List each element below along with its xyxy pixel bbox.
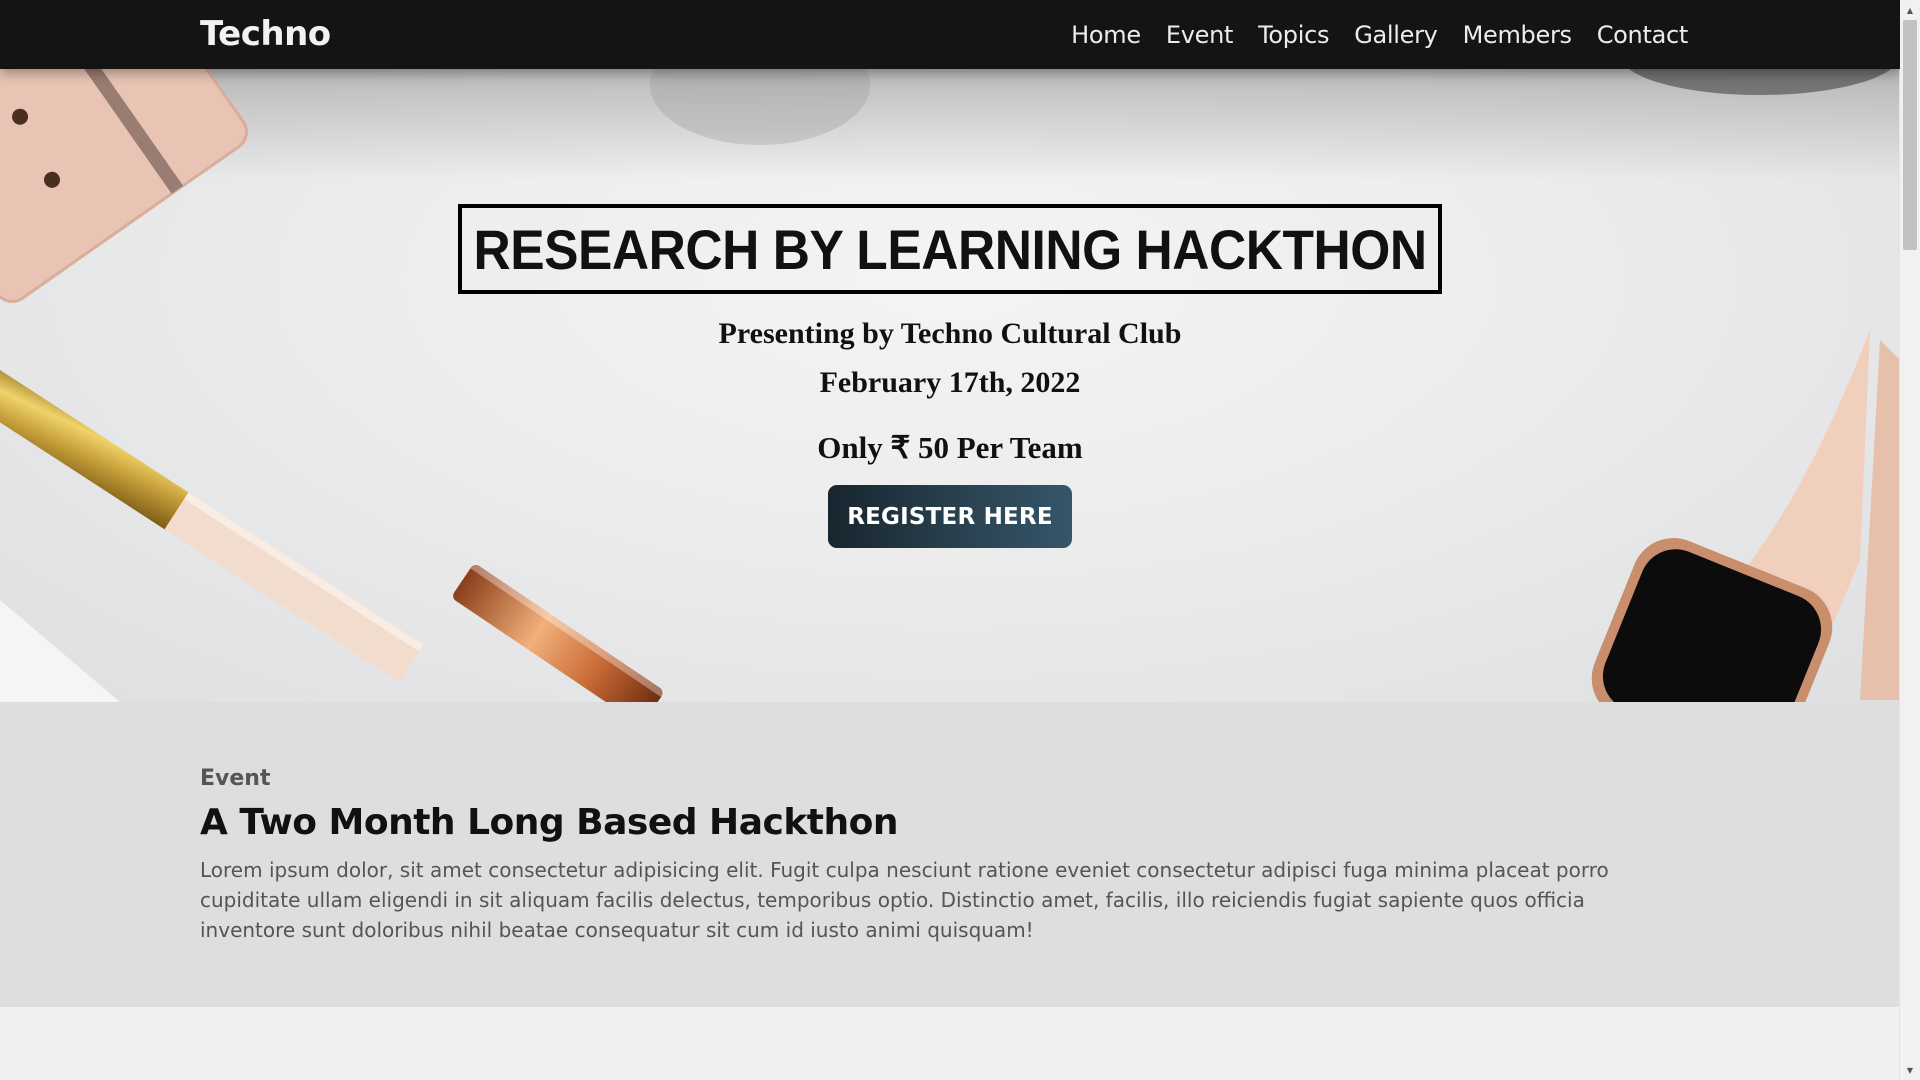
nav-links: Home Event Topics Gallery Members Contac… [1071,0,1688,69]
hero-title: RESEARCH BY LEARNING HACKTHON [473,217,1427,281]
hero-content: RESEARCH BY LEARNING HACKTHON Presenting… [0,0,1900,702]
nav-link-gallery[interactable]: Gallery [1354,21,1438,49]
nav-link-event[interactable]: Event [1166,21,1234,49]
arrow-down-icon[interactable]: ▼ [1900,1060,1920,1080]
arrow-up-icon[interactable]: ▲ [1900,0,1920,20]
hero-price: Only ₹ 50 Per Team [817,430,1083,465]
event-description: Lorem ipsum dolor, sit amet consectetur … [200,858,1609,942]
brand-logo[interactable]: Techno [200,12,331,56]
hero-section: RESEARCH BY LEARNING HACKTHON Presenting… [0,0,1900,702]
navbar: Techno Home Event Topics Gallery Members… [0,0,1900,69]
scrollbar-thumb[interactable] [1903,20,1917,250]
hero-subtitle: Presenting by Techno Cultural Club [718,317,1182,350]
hero-date: February 17th, 2022 [819,366,1081,399]
nav-link-home[interactable]: Home [1071,21,1141,49]
hero-title-box: RESEARCH BY LEARNING HACKTHON [458,204,1442,294]
page-scrollbar[interactable]: ▲ ▼ [1899,0,1920,1080]
event-kicker: Event [200,766,271,791]
nav-link-topics[interactable]: Topics [1258,21,1329,49]
event-title: A Two Month Long Based Hackthon [200,802,898,843]
page: RESEARCH BY LEARNING HACKTHON Presenting… [0,0,1900,1080]
register-button[interactable]: REGISTER HERE [828,485,1072,548]
event-section: Event A Two Month Long Based Hackthon Lo… [0,702,1900,1007]
nav-link-members[interactable]: Members [1463,21,1572,49]
nav-link-contact[interactable]: Contact [1597,21,1689,49]
next-section [0,1007,1900,1080]
